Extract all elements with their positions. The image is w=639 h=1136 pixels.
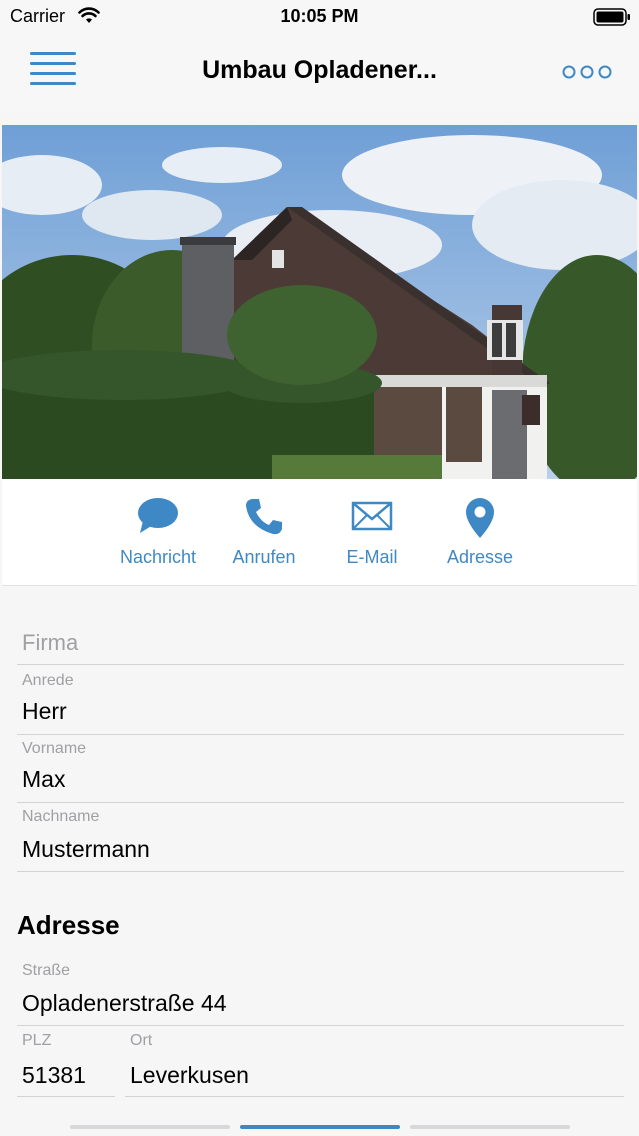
company-placeholder: Firma: [22, 630, 79, 655]
navigation-bar: Umbau Opladener...: [0, 34, 639, 112]
company-field[interactable]: Firma: [17, 614, 624, 665]
message-button[interactable]: Nachricht: [103, 497, 213, 568]
hamburger-icon: [30, 52, 76, 55]
address-section-title: Adresse: [17, 910, 120, 940]
last-name-field[interactable]: Nachname Mustermann: [17, 802, 624, 872]
zip-label: PLZ: [22, 1032, 52, 1049]
clock-label: 10:05 PM: [280, 6, 359, 26]
call-label: Anrufen: [232, 547, 296, 567]
street-value: Opladenerstraße 44: [22, 990, 227, 1016]
map-pin-icon: [466, 498, 494, 538]
message-label: Nachricht: [119, 547, 197, 567]
first-name-label: Vorname: [22, 740, 87, 757]
chat-bubble-icon: [138, 498, 178, 533]
salutation-value: Herr: [22, 698, 67, 724]
more-dots-icon: [562, 65, 612, 79]
more-button[interactable]: [561, 60, 613, 84]
house-photo: [2, 125, 637, 479]
contact-actions: Nachricht Anrufen E-Mail Adresse: [2, 479, 637, 586]
city-label: Ort: [130, 1032, 153, 1049]
battery-icon: [593, 8, 630, 26]
street-label: Straße: [22, 962, 71, 979]
zip-field[interactable]: PLZ 51381: [17, 1025, 115, 1097]
status-bar: Carrier 10:05 PM: [0, 0, 639, 34]
email-button[interactable]: E-Mail: [317, 497, 427, 568]
page-indicator-1[interactable]: [70, 1125, 230, 1129]
menu-button[interactable]: [26, 48, 80, 92]
page-indicator-2-active[interactable]: [240, 1125, 400, 1129]
address-label: Adresse: [446, 547, 514, 567]
first-name-field[interactable]: Vorname Max: [17, 734, 624, 803]
call-button[interactable]: Anrufen: [209, 497, 319, 568]
city-field[interactable]: Ort Leverkusen: [125, 1025, 624, 1097]
page-title: Umbau Opladener...: [202, 56, 437, 84]
email-label: E-Mail: [346, 547, 398, 567]
salutation-label: Anrede: [22, 672, 74, 689]
hamburger-line: [30, 82, 76, 85]
last-name-label: Nachname: [22, 808, 100, 825]
phone-icon: [246, 499, 282, 535]
address-button[interactable]: Adresse: [425, 497, 535, 568]
hamburger-line: [30, 72, 76, 75]
envelope-icon: [351, 501, 393, 531]
last-name-value: Mustermann: [22, 836, 150, 862]
hamburger-line: [30, 62, 76, 65]
city-value: Leverkusen: [130, 1062, 249, 1088]
zip-value: 51381: [22, 1062, 86, 1088]
first-name-value: Max: [22, 766, 66, 792]
street-field[interactable]: Straße Opladenerstraße 44: [17, 956, 624, 1026]
salutation-field[interactable]: Anrede Herr: [17, 664, 624, 735]
page-indicator-3[interactable]: [410, 1125, 570, 1129]
